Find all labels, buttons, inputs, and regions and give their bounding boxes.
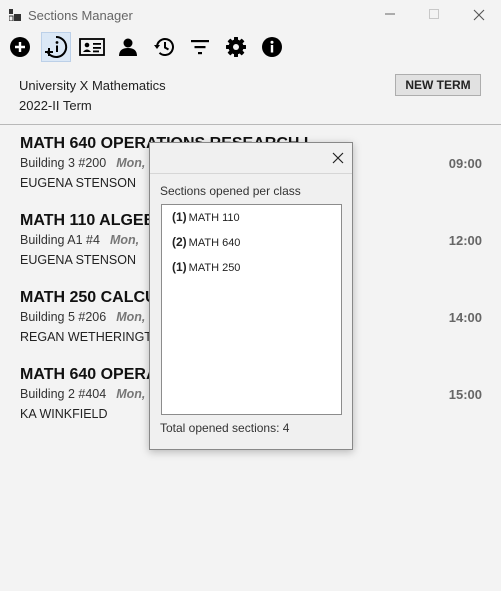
filter-button[interactable] bbox=[185, 32, 215, 62]
sections-per-class-button[interactable] bbox=[41, 32, 71, 62]
section-count: (1) bbox=[172, 260, 187, 274]
toolbar bbox=[0, 32, 501, 62]
person-button[interactable] bbox=[113, 32, 143, 62]
section-teacher: KA WINKFIELD bbox=[20, 407, 108, 421]
section-count: (1) bbox=[172, 210, 187, 224]
id-card-icon bbox=[79, 38, 105, 56]
history-button[interactable] bbox=[149, 32, 179, 62]
dialog-label: Sections opened per class bbox=[160, 184, 301, 198]
window-title: Sections Manager bbox=[28, 8, 133, 23]
settings-button[interactable] bbox=[221, 32, 251, 62]
section-room: Building 5 #206 bbox=[20, 310, 107, 324]
section-teacher: EUGENA STENSON bbox=[20, 176, 136, 190]
class-sections-list[interactable]: (1) MATH 110 (2) MATH 640 (1) MATH 250 bbox=[161, 204, 342, 415]
section-location: Building 3 #200 Mon, bbox=[20, 156, 145, 170]
list-item[interactable]: (1) MATH 250 bbox=[172, 260, 240, 274]
section-time: 12:00 bbox=[448, 233, 482, 248]
section-teacher: EUGENA STENSON bbox=[20, 253, 136, 267]
filter-icon bbox=[191, 40, 209, 55]
class-name: MATH 110 bbox=[188, 212, 240, 224]
section-location: Building A1 #4 Mon, bbox=[20, 233, 139, 247]
section-location: Building 5 #206 Mon, bbox=[20, 310, 145, 324]
sections-per-class-dialog: Sections opened per class (1) MATH 110 (2… bbox=[149, 142, 353, 450]
section-days: Mon, bbox=[116, 310, 146, 324]
close-window-button[interactable] bbox=[457, 0, 501, 32]
section-time: 14:00 bbox=[448, 310, 482, 325]
list-item[interactable]: (1) MATH 110 bbox=[172, 210, 240, 224]
close-icon bbox=[473, 9, 485, 21]
section-time: 09:00 bbox=[448, 156, 482, 171]
section-time: 15:00 bbox=[448, 387, 482, 402]
minimize-icon bbox=[385, 13, 395, 15]
close-icon bbox=[332, 152, 344, 164]
add-icon bbox=[10, 37, 30, 57]
section-count: (2) bbox=[172, 235, 187, 249]
gear-icon bbox=[226, 37, 246, 57]
section-location: Building 2 #404 Mon, bbox=[20, 387, 145, 401]
maximize-button[interactable] bbox=[412, 0, 456, 32]
section-days: Mon, bbox=[116, 156, 146, 170]
person-icon bbox=[119, 38, 137, 56]
class-name: MATH 250 bbox=[188, 262, 241, 274]
app-icon bbox=[9, 9, 21, 21]
class-name: MATH 640 bbox=[188, 237, 241, 249]
dialog-divider bbox=[150, 173, 352, 174]
total-sections-label: Total opened sections: 4 bbox=[160, 421, 290, 435]
maximize-icon bbox=[429, 9, 439, 19]
university-name: University X Mathematics bbox=[19, 78, 166, 93]
about-button[interactable] bbox=[257, 32, 287, 62]
section-room: Building 3 #200 bbox=[20, 156, 107, 170]
id-card-button[interactable] bbox=[77, 32, 107, 62]
info-icon bbox=[262, 37, 282, 57]
section-days: Mon, bbox=[109, 233, 140, 247]
minimize-button[interactable] bbox=[368, 0, 412, 32]
new-term-button[interactable]: NEW TERM bbox=[395, 74, 481, 96]
info-add-icon bbox=[45, 35, 68, 58]
list-item[interactable]: (2) MATH 640 bbox=[172, 235, 240, 249]
title-bar: Sections Manager bbox=[0, 0, 501, 32]
term-label: 2022-II Term bbox=[19, 98, 92, 113]
section-teacher: REGAN WETHERINGTON bbox=[20, 330, 171, 344]
section-room: Building 2 #404 bbox=[20, 387, 107, 401]
dialog-close-button[interactable] bbox=[329, 149, 347, 167]
section-days: Mon, bbox=[116, 387, 146, 401]
history-icon bbox=[154, 38, 174, 56]
add-section-button[interactable] bbox=[5, 32, 35, 62]
section-room: Building A1 #4 bbox=[20, 233, 100, 247]
term-header: University X Mathematics 2022-II Term NE… bbox=[0, 62, 501, 125]
